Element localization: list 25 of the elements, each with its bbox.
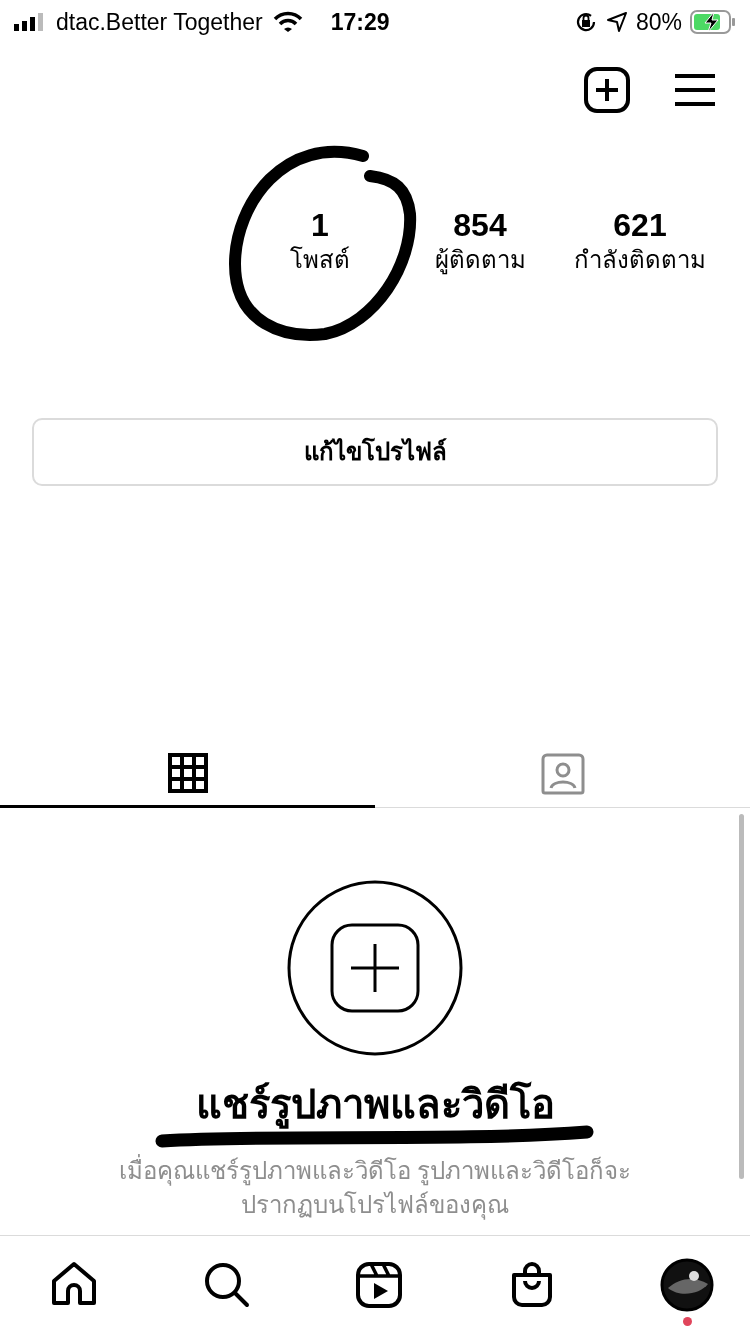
stat-count: 854	[452, 206, 508, 245]
search-icon	[202, 1261, 251, 1309]
tagged-person-icon	[540, 753, 585, 795]
battery-icon	[690, 10, 736, 34]
empty-state-description: ปรากฏบนโปรไฟล์ของคุณ	[241, 1189, 509, 1222]
stat-label: โพสต์	[289, 245, 351, 276]
stat-count: 1	[310, 206, 330, 245]
location-icon	[605, 11, 628, 33]
nav-tab[interactable]	[202, 1261, 251, 1309]
reels-icon	[355, 1261, 403, 1309]
wifi-icon	[272, 11, 303, 33]
nav-tab[interactable]	[355, 1261, 403, 1309]
grid-icon	[167, 752, 208, 793]
battery-percentage: 80%	[635, 7, 682, 37]
carrier-name: dtac.Better Together	[56, 7, 263, 37]
status-time: 17:29	[330, 7, 390, 37]
stat-label: กำลังติดตาม	[573, 245, 707, 276]
stat-label: ผู้ติดตาม	[433, 245, 527, 276]
empty-state-title: แชร์รูปภาพและวิดีโอ	[195, 1080, 555, 1128]
menu-icon[interactable]	[674, 73, 716, 107]
empty-state-description: เมื่อคุณแชร์รูปภาพและวิดีโอ รูปภาพและวิดีโอก็จะ	[118, 1154, 632, 1188]
add-photo-icon	[287, 880, 463, 1056]
edit-profile-button[interactable]: แก้ไขโปรไฟล์	[32, 418, 718, 486]
new-post-icon[interactable]	[584, 67, 630, 113]
stat-count: 621	[612, 206, 668, 245]
